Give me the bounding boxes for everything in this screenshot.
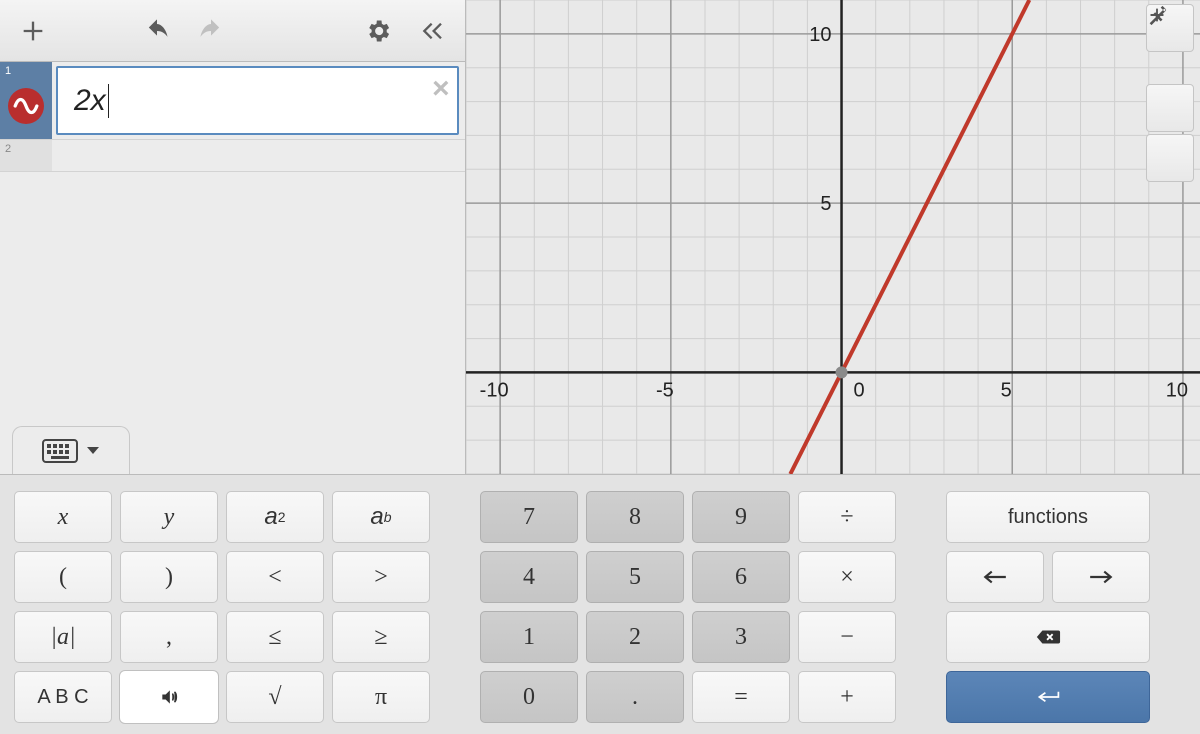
collapse-panel-button[interactable]: [405, 4, 459, 58]
key-0[interactable]: 0: [480, 671, 578, 723]
svg-text:0: 0: [854, 379, 865, 401]
svg-text:10: 10: [1166, 379, 1188, 401]
key-6[interactable]: 6: [692, 551, 790, 603]
expression-tab[interactable]: 2: [0, 140, 52, 171]
expression-tab[interactable]: 1: [0, 62, 52, 139]
keyboard-group-symbols: xya2ab ()<> |a|,≤≥ A B C √π: [14, 491, 430, 720]
key-[interactable]: π: [332, 671, 430, 723]
expression-input[interactable]: 2x ×: [56, 66, 459, 135]
undo-button[interactable]: [130, 4, 184, 58]
expression-index: 1: [5, 65, 11, 77]
key-backspace[interactable]: [946, 611, 1150, 663]
key-[interactable]: ×: [798, 551, 896, 603]
delete-expression-button[interactable]: ×: [431, 74, 449, 104]
key-4[interactable]: 4: [480, 551, 578, 603]
key-[interactable]: ): [120, 551, 218, 603]
svg-text:5: 5: [1001, 379, 1012, 401]
key-8[interactable]: 8: [586, 491, 684, 543]
wave-icon[interactable]: [8, 88, 44, 124]
key-arrowright[interactable]: [1052, 551, 1150, 603]
key-[interactable]: (: [14, 551, 112, 603]
text-cursor: [108, 84, 109, 118]
key-[interactable]: +: [798, 671, 896, 723]
key-[interactable]: <: [226, 551, 324, 603]
add-expression-button[interactable]: [6, 4, 60, 58]
keyboard-group-actions: functions: [946, 491, 1150, 720]
expression-index: 2: [5, 143, 11, 155]
key-[interactable]: ≥: [332, 611, 430, 663]
expression-row[interactable]: 1 2x ×: [0, 62, 465, 140]
key-arrowleft[interactable]: [946, 551, 1044, 603]
key-a[interactable]: ab: [332, 491, 430, 543]
key-[interactable]: √: [226, 671, 324, 723]
expression-content: 2x: [74, 84, 106, 118]
graph-area[interactable]: -10 -5 5 10 5 10 0: [466, 0, 1200, 474]
expression-list: 1 2x × 2: [0, 62, 465, 474]
key-5[interactable]: 5: [586, 551, 684, 603]
svg-text:-5: -5: [656, 379, 674, 401]
key-[interactable]: ÷: [798, 491, 896, 543]
key-1[interactable]: 1: [480, 611, 578, 663]
graph-canvas: -10 -5 5 10 5 10 0: [466, 0, 1200, 474]
key-[interactable]: ,: [120, 611, 218, 663]
key-7[interactable]: 7: [480, 491, 578, 543]
expression-panel: 1 2x × 2: [0, 0, 466, 474]
key-[interactable]: =: [692, 671, 790, 723]
zoom-in-button[interactable]: [1146, 84, 1194, 132]
key-a[interactable]: a2: [226, 491, 324, 543]
key-[interactable]: >: [332, 551, 430, 603]
key-3[interactable]: 3: [692, 611, 790, 663]
key-9[interactable]: 9: [692, 491, 790, 543]
key-x[interactable]: x: [14, 491, 112, 543]
redo-button[interactable]: [184, 4, 238, 58]
expression-row[interactable]: 2: [0, 140, 465, 172]
key-[interactable]: −: [798, 611, 896, 663]
key-functions[interactable]: functions: [946, 491, 1150, 543]
svg-text:-10: -10: [480, 379, 509, 401]
key-2[interactable]: 2: [586, 611, 684, 663]
svg-text:5: 5: [820, 193, 831, 215]
key-[interactable]: ≤: [226, 611, 324, 663]
keyboard-toggle-button[interactable]: [12, 426, 130, 474]
keyboard-group-numpad: 789÷ 456× 123− 0.=+: [480, 491, 896, 720]
key-y[interactable]: y: [120, 491, 218, 543]
on-screen-keyboard: xya2ab ()<> |a|,≤≥ A B C √π 789÷ 456× 123− 0.=+…: [0, 474, 1200, 734]
settings-button[interactable]: [351, 4, 405, 58]
key-a[interactable]: |a|: [14, 611, 112, 663]
svg-text:10: 10: [809, 24, 831, 46]
key-enter[interactable]: [946, 671, 1150, 723]
expression-toolbar: [0, 0, 465, 62]
zoom-out-button[interactable]: [1146, 134, 1194, 182]
key-abc[interactable]: A B C: [14, 671, 112, 723]
graph-controls: [1146, 4, 1194, 182]
key-[interactable]: .: [586, 671, 684, 723]
key-sound[interactable]: [120, 671, 218, 723]
